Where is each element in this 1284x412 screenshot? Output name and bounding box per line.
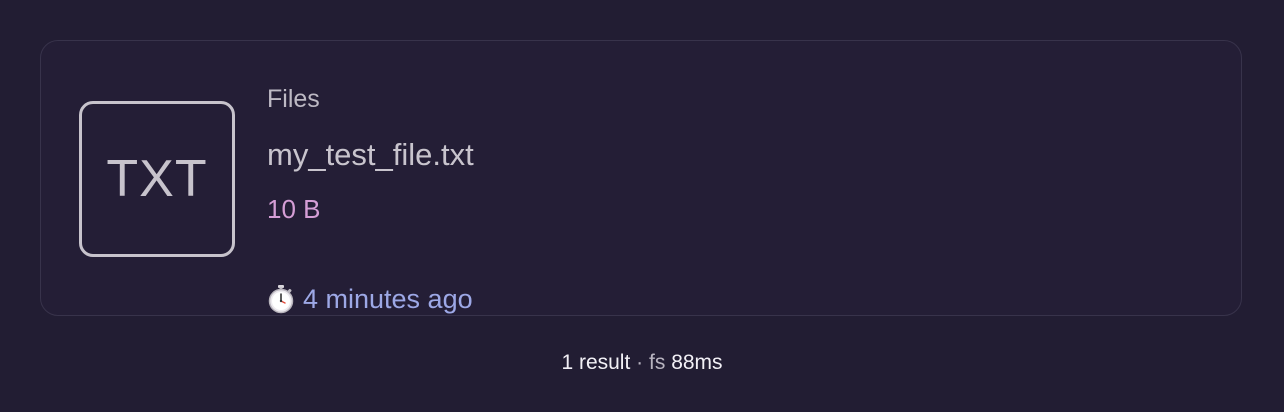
- stopwatch-icon: [268, 285, 294, 314]
- result-filename[interactable]: my_test_file.txt: [267, 135, 474, 175]
- result-category: Files: [267, 85, 320, 113]
- modified-time: 4 minutes ago: [303, 284, 473, 314]
- search-source: fs: [649, 351, 666, 374]
- result-count: 1 result: [561, 351, 631, 374]
- file-size: 10 B: [267, 194, 321, 224]
- separator: ·: [636, 351, 644, 374]
- search-result-card[interactable]: TXT Files my_test_file.txt 10 B 4 minute…: [40, 40, 1242, 316]
- file-type-label: TXT: [106, 150, 208, 208]
- modified-time-row: 4 minutes ago: [267, 281, 473, 317]
- search-duration: 88ms: [671, 351, 723, 374]
- txt-file-icon: TXT: [79, 101, 235, 257]
- search-status: 1 result · fs 88ms: [0, 348, 1284, 378]
